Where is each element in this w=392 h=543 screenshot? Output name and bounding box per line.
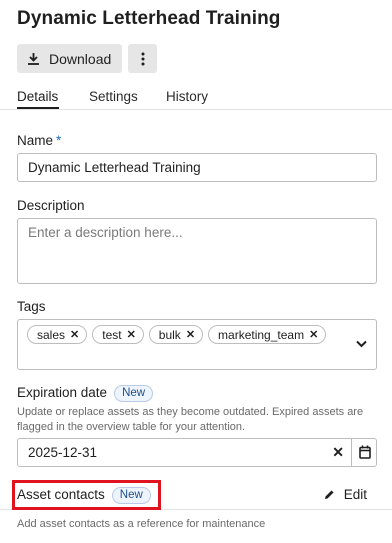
tab-settings[interactable]: Settings (89, 89, 138, 104)
edit-contacts-button[interactable]: Edit (324, 487, 367, 502)
more-options-button[interactable] (128, 44, 157, 73)
tab-bar: Details Settings History (0, 86, 392, 110)
edit-label: Edit (343, 487, 367, 502)
new-badge: New (111, 487, 151, 504)
tag-chip: sales ✕ (27, 325, 88, 344)
name-input[interactable]: Dynamic Letterhead Training (17, 153, 377, 182)
tag-chip-label: bulk (158, 327, 181, 342)
description-field-label: Description (17, 198, 85, 213)
more-vertical-icon (141, 52, 145, 66)
download-button[interactable]: Download (17, 44, 122, 73)
name-field-label: Name * (17, 133, 61, 148)
expiration-field-label: Expiration date New (17, 385, 154, 402)
tag-chip-label: sales (37, 327, 66, 342)
calendar-icon[interactable] (359, 445, 371, 459)
pencil-icon (324, 489, 335, 500)
download-icon (27, 52, 40, 65)
tag-remove-icon[interactable]: ✕ (70, 328, 79, 341)
active-tab-indicator (17, 107, 59, 109)
tab-details[interactable]: Details (17, 89, 58, 104)
asset-contacts-label-text: Asset contacts (17, 487, 105, 503)
toolbar: Download (17, 44, 157, 73)
chevron-down-icon[interactable] (356, 340, 367, 348)
date-divider (351, 439, 352, 466)
description-textarea[interactable]: Enter a description here... (17, 218, 377, 284)
page-title: Dynamic Letterhead Training (17, 8, 281, 29)
required-marker: * (56, 133, 62, 148)
asset-contacts-help-text: Add asset contacts as a reference for ma… (17, 518, 266, 530)
tag-chip-label: test (102, 327, 122, 342)
tag-chip: marketing_team ✕ (208, 325, 327, 344)
tag-chip-label: marketing_team (218, 327, 305, 342)
new-badge: New (114, 385, 154, 402)
tag-remove-icon[interactable]: ✕ (127, 328, 136, 341)
tag-chip: test ✕ (92, 325, 144, 344)
tag-remove-icon[interactable]: ✕ (309, 328, 318, 341)
asset-contacts-label: Asset contacts New (17, 487, 151, 504)
clear-date-icon[interactable]: ✕ (332, 444, 344, 461)
expiration-date-value: 2025-12-31 (28, 445, 98, 460)
download-label: Download (49, 50, 112, 67)
name-label-text: Name (17, 133, 54, 148)
tab-history[interactable]: History (166, 89, 208, 104)
tag-remove-icon[interactable]: ✕ (186, 328, 195, 341)
expiration-date-input[interactable]: 2025-12-31 ✕ (17, 438, 377, 467)
expiration-help-text: Update or replace assets as they become … (17, 406, 364, 433)
tag-list: sales ✕ test ✕ bulk ✕ marketing_team ✕ (27, 325, 347, 344)
expiration-label-text: Expiration date (17, 385, 108, 401)
tags-field-label: Tags (17, 299, 46, 314)
tag-chip: bulk ✕ (148, 325, 204, 344)
asset-contacts-header: Asset contacts New Edit (0, 480, 392, 510)
tags-input[interactable]: sales ✕ test ✕ bulk ✕ marketing_team ✕ (17, 319, 377, 370)
